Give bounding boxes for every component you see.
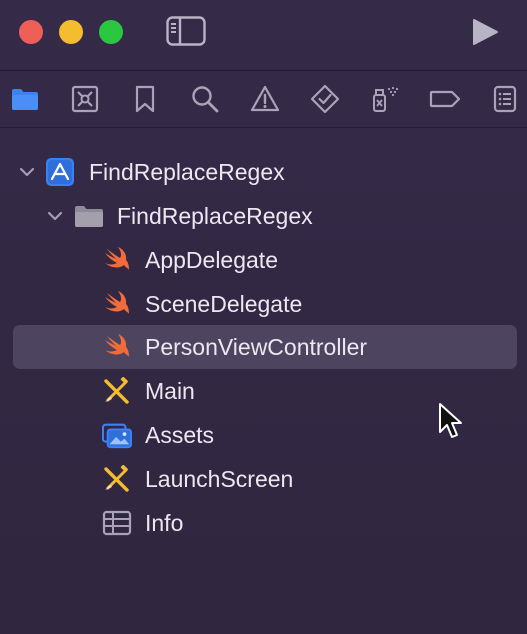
mouse-cursor-icon — [439, 403, 462, 438]
warning-icon — [250, 85, 280, 112]
spray-icon — [373, 86, 399, 112]
tree-row-project[interactable]: FindReplaceRegex — [13, 150, 517, 194]
asset-catalog-icon — [102, 423, 132, 449]
tree-label: Assets — [145, 422, 215, 448]
tab-test-navigator[interactable] — [310, 84, 340, 114]
swift-icon — [105, 247, 129, 270]
tab-issue-navigator[interactable] — [250, 84, 280, 114]
play-icon — [473, 19, 498, 45]
navigator-divider — [0, 127, 527, 128]
tab-source-control-navigator[interactable] — [70, 84, 100, 114]
tab-bookmark-navigator[interactable] — [130, 84, 160, 114]
title-bar — [0, 0, 527, 68]
minimize-window-button[interactable] — [59, 20, 83, 44]
tree-label: FindReplaceRegex — [117, 203, 313, 229]
tree-label: PersonViewController — [145, 334, 368, 360]
storyboard-icon — [104, 465, 129, 492]
tree-row-file-selected[interactable]: PersonViewController — [13, 325, 517, 369]
xcode-project-icon — [46, 158, 74, 186]
tab-project-navigator[interactable] — [10, 84, 40, 114]
tag-icon — [429, 90, 461, 108]
diamond-check-icon — [310, 84, 340, 114]
tree-row-file[interactable]: LaunchScreen — [13, 457, 517, 501]
tree-label: Info — [145, 510, 184, 536]
title-divider — [0, 70, 527, 71]
tab-report-navigator[interactable] — [490, 84, 520, 114]
tree-row-file[interactable]: Info — [13, 501, 517, 545]
bookmark-icon — [135, 85, 155, 113]
run-button[interactable] — [470, 17, 500, 47]
list-icon — [493, 85, 517, 113]
tree-label: FindReplaceRegex — [89, 159, 285, 185]
close-window-button[interactable] — [19, 20, 43, 44]
tree-row-group[interactable]: FindReplaceRegex — [13, 194, 517, 238]
tree-label: AppDelegate — [145, 247, 278, 273]
storyboard-icon — [104, 377, 129, 404]
source-control-icon — [71, 85, 99, 113]
sidebar-toggle-icon — [166, 16, 206, 46]
tab-debug-navigator[interactable] — [370, 84, 400, 114]
navigator-tab-bar — [0, 72, 527, 126]
tree-row-file[interactable]: AppDelegate — [13, 238, 517, 282]
tree-label: LaunchScreen — [145, 466, 294, 492]
tab-breakpoint-navigator[interactable] — [428, 84, 462, 114]
plist-icon — [102, 510, 132, 536]
tab-find-navigator[interactable] — [190, 84, 220, 114]
chevron-down-icon[interactable] — [47, 208, 63, 224]
swift-icon — [105, 291, 129, 314]
sidebar-toggle-button[interactable] — [166, 16, 206, 46]
chevron-down-icon[interactable] — [19, 164, 35, 180]
tree-label: SceneDelegate — [145, 291, 303, 317]
magnifier-icon — [192, 86, 219, 113]
swift-icon — [105, 334, 129, 357]
xcode-window: FindReplaceRegex FindReplaceRegex AppDel… — [0, 0, 527, 634]
zoom-window-button[interactable] — [99, 20, 123, 44]
folder-icon — [75, 206, 103, 227]
folder-icon — [12, 89, 38, 110]
tree-label: Main — [145, 378, 195, 404]
tree-row-file[interactable]: SceneDelegate — [13, 282, 517, 326]
